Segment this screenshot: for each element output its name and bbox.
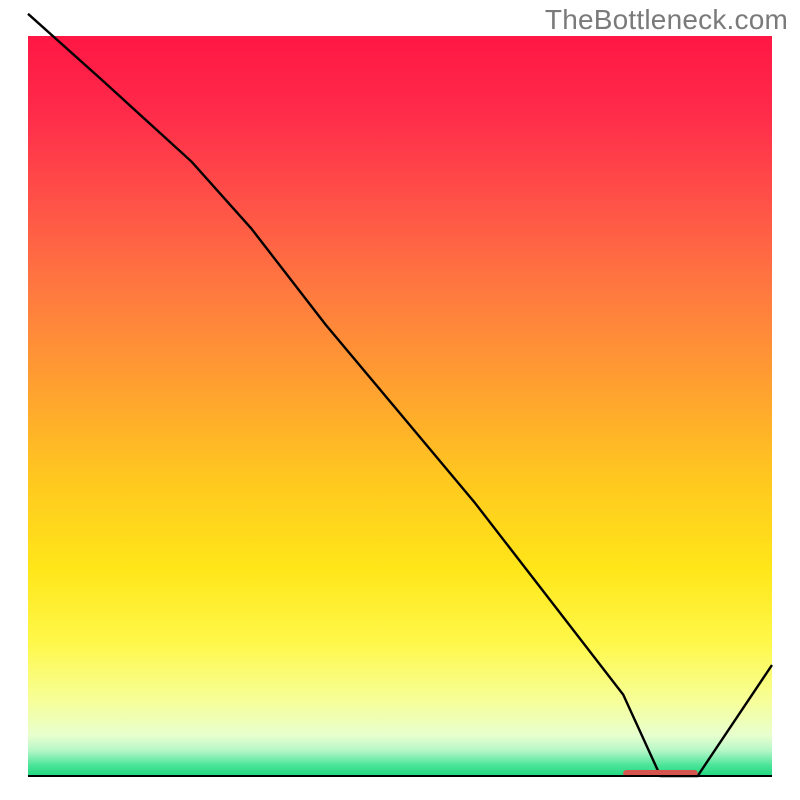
chart-frame: TheBottleneck.com bbox=[0, 0, 800, 800]
bottleneck-chart bbox=[0, 0, 800, 800]
plot-background bbox=[28, 36, 772, 776]
